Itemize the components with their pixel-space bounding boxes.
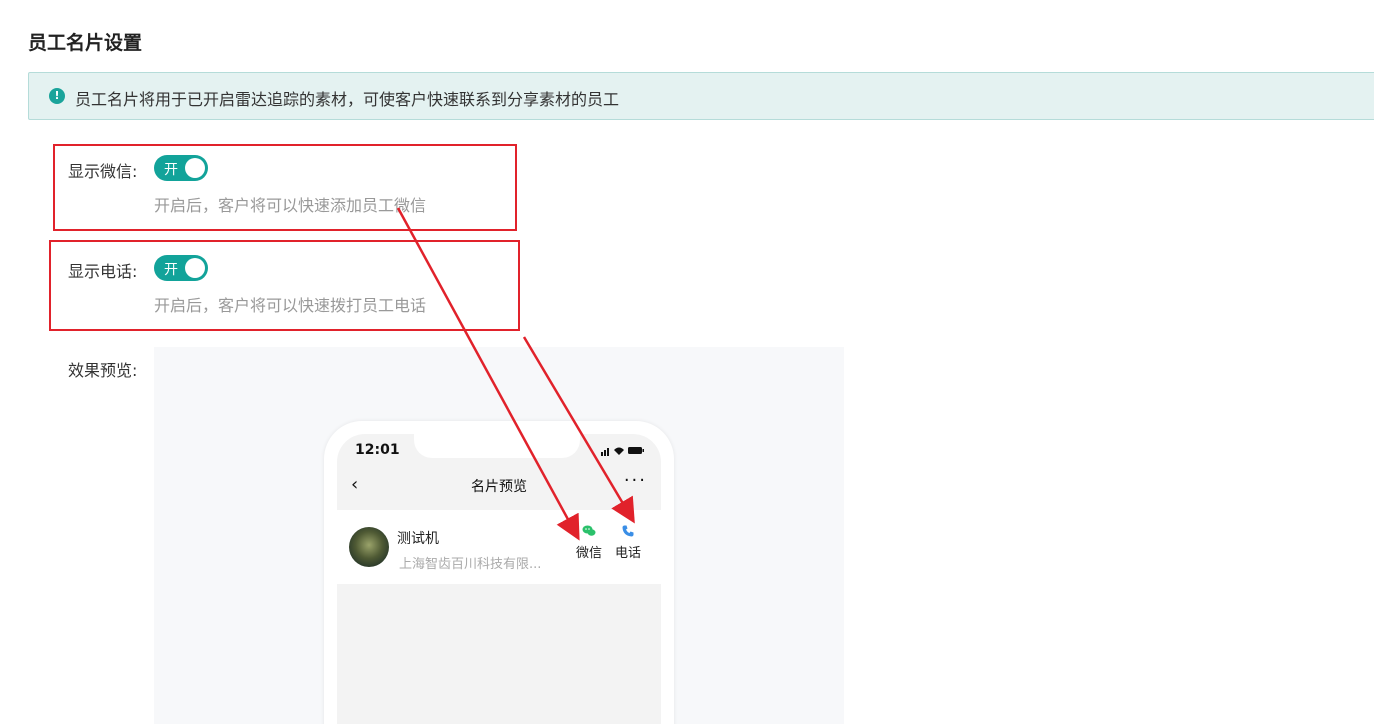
status-icons [601,447,644,456]
info-icon: ! [49,88,65,104]
nav-title: 名片预览 [471,479,527,495]
page-root: 员工名片设置 ! 员工名片将用于已开启雷达追踪的素材，可使客户快速联系到分享素材… [0,0,1374,724]
wechat-action[interactable]: 微信 [569,524,609,561]
wechat-icon [582,525,596,536]
info-notice: ! 员工名片将用于已开启雷达追踪的素材，可使客户快速联系到分享素材的员工 [28,72,1374,120]
card-name: 测试机 [397,531,439,547]
phone-notch [414,434,580,458]
notice-text: 员工名片将用于已开启雷达追踪的素材，可使客户快速联系到分享素材的员工 [75,90,620,109]
avatar [349,527,389,567]
annotation-box-phone [49,240,520,331]
preview-label: 效果预览: [68,361,138,380]
business-card: 测试机 上海智齿百川科技有限... 微信 电话 [337,510,661,584]
phone-action[interactable]: 电话 [608,524,648,561]
status-time: 12:01 [355,442,400,458]
wechat-action-label: 微信 [575,546,602,561]
more-icon[interactable]: ··· [624,470,647,491]
phone-mockup: 12:01 ‹ 名片预览 ··· 测试机 上海智齿百川科技有限... 微信 电话 [324,421,674,724]
phone-icon [622,525,634,537]
page-title: 员工名片设置 [28,32,143,54]
phone-screen: 12:01 ‹ 名片预览 ··· 测试机 上海智齿百川科技有限... 微信 电话 [337,434,661,724]
annotation-box-wechat [53,144,517,231]
card-company: 上海智齿百川科技有限... [399,557,542,572]
phone-action-label: 电话 [614,546,641,561]
